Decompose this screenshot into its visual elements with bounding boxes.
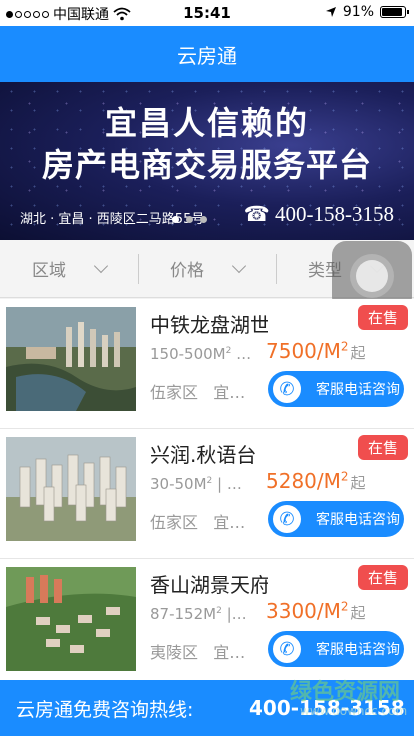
app-header: 云房通 [0, 26, 414, 82]
call-service-button[interactable]: ✆ 客服电话咨询 [268, 501, 404, 537]
phone-icon: ✆ [270, 372, 304, 406]
property-district: 夷陵区 宜… [150, 643, 246, 662]
status-bar: 中国联通 15:41 91% [0, 0, 414, 26]
filter-price[interactable]: 价格 [138, 240, 276, 297]
property-price: 5280/M2 起 [266, 469, 366, 493]
property-area: 87-152M2 |… [150, 605, 247, 623]
property-image [6, 437, 136, 541]
filter-label: 价格 [170, 261, 204, 281]
phone-icon: ✆ [270, 632, 304, 666]
banner-headline: 宜昌人信赖的 [104, 104, 309, 142]
location-arrow-icon [325, 7, 336, 17]
filter-label: 区域 [32, 261, 66, 281]
property-area: 30-50M2 | … [150, 475, 242, 493]
listing-list: 中铁龙盘湖世 在售 150-500M2 … 7500/M2 起 伍家区 宜… ✆ … [0, 299, 414, 689]
property-district: 伍家区 宜… [150, 383, 246, 402]
carousel-dot[interactable] [186, 216, 193, 223]
chevron-down-icon [231, 258, 247, 273]
list-item[interactable]: 兴润.秋语台 在售 30-50M2 | … 5280/M2 起 伍家区 宜… ✆ … [0, 429, 414, 559]
carousel-dot[interactable] [172, 216, 179, 223]
hotline-label: 云房通免费咨询热线: [16, 698, 194, 721]
status-badge: 在售 [357, 435, 408, 460]
chevron-down-icon [93, 258, 109, 273]
property-name: 香山湖景天府 [150, 573, 268, 597]
banner-subheadline: 房产电商交易服务平台 [41, 146, 372, 184]
carousel-dot[interactable] [200, 216, 207, 223]
promo-banner[interactable]: 宜昌人信赖的 房产电商交易服务平台 湖北 · 宜昌 · 西陵区二马路55号 ☎ … [0, 82, 414, 240]
property-price: 3300/M2 起 [266, 599, 366, 623]
battery-percent: 91% [342, 4, 374, 20]
page-title: 云房通 [177, 43, 237, 68]
carousel-indicator[interactable] [172, 216, 207, 223]
property-image [6, 567, 136, 671]
call-service-button[interactable]: ✆ 客服电话咨询 [268, 371, 404, 407]
phone-icon: ✆ [270, 502, 304, 536]
watermark: 绿色资源网 [290, 680, 401, 705]
property-district: 伍家区 宜… [150, 513, 246, 532]
call-service-button[interactable]: ✆ 客服电话咨询 [268, 631, 404, 667]
list-item[interactable]: 中铁龙盘湖世 在售 150-500M2 … 7500/M2 起 伍家区 宜… ✆ … [0, 299, 414, 429]
filter-region[interactable]: 区域 [0, 240, 138, 297]
status-badge: 在售 [357, 565, 408, 590]
banner-phone: ☎ 400-158-3158 [243, 202, 394, 226]
property-image [6, 307, 136, 411]
property-name: 兴润.秋语台 [150, 443, 257, 467]
status-badge: 在售 [357, 305, 408, 330]
battery-icon [380, 6, 409, 18]
property-area: 150-500M2 … [150, 345, 252, 363]
list-item[interactable]: 香山湖景天府 在售 87-152M2 |… 3300/M2 起 夷陵区 宜… ✆ … [0, 559, 414, 689]
property-price: 7500/M2 起 [266, 339, 366, 363]
property-name: 中铁龙盘湖世 [150, 313, 268, 337]
watermark-url: www.downcc.com [300, 704, 408, 718]
